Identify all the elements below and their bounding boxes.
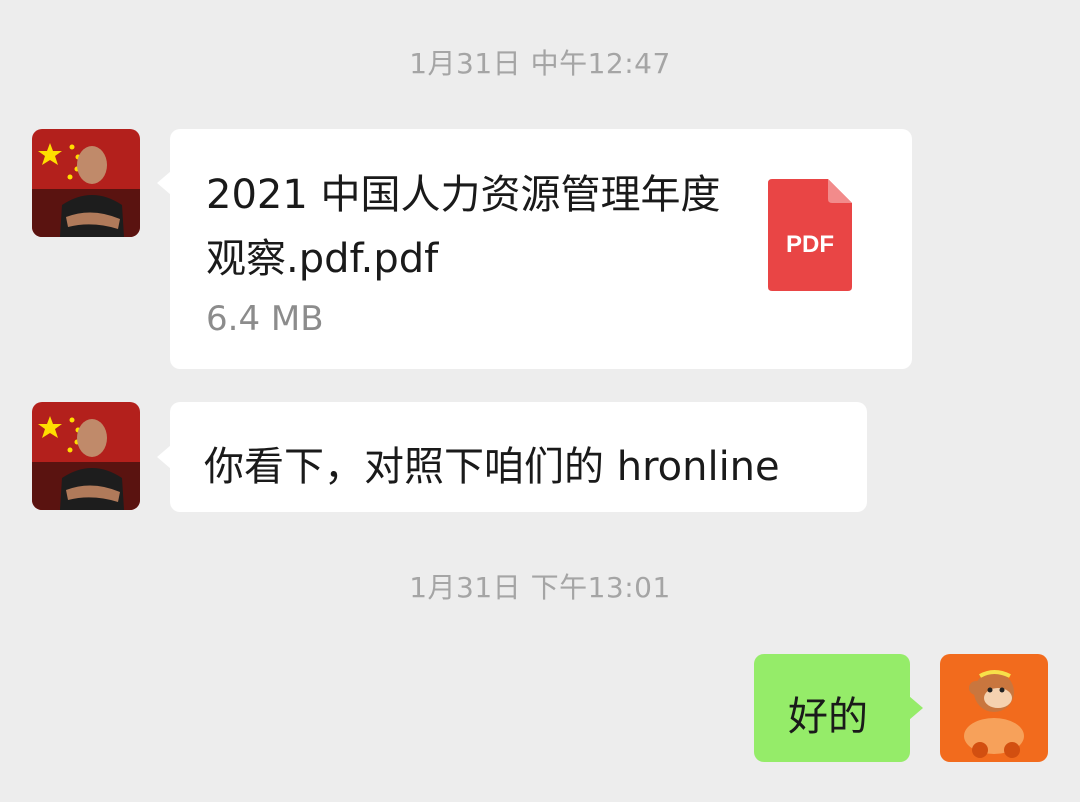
timestamp: 1月31日 中午12:47 [409,47,671,80]
self-avatar[interactable] [940,654,1048,762]
bubble-tail [909,696,923,720]
pdf-file-icon: PDF [768,179,852,291]
file-size: 6.4 MB [206,299,324,339]
contact-avatar-photo [32,402,140,510]
file-message-bubble[interactable]: 2021 中国人力资源管理年度观察.pdf.pdf 6.4 MB PDF [157,129,912,369]
bubble-tail [157,171,171,195]
bubble-tail [157,445,171,469]
outgoing-message-bubble[interactable]: 好的 [754,654,923,762]
message-text: 好的 [788,694,868,740]
message-text: 你看下，对照下咱们的 hronline [204,444,780,490]
contact-avatar[interactable] [32,402,140,510]
text-message-bubble[interactable]: 你看下，对照下咱们的 hronline [157,402,867,512]
contact-avatar[interactable] [32,129,140,237]
timestamp: 1月31日 下午13:01 [409,571,671,604]
self-avatar-monkey [940,654,1048,762]
pdf-icon-label: PDF [786,231,834,258]
contact-avatar-photo [32,129,140,237]
file-name: 2021 中国人力资源管理年度观察.pdf.pdf [206,172,721,282]
